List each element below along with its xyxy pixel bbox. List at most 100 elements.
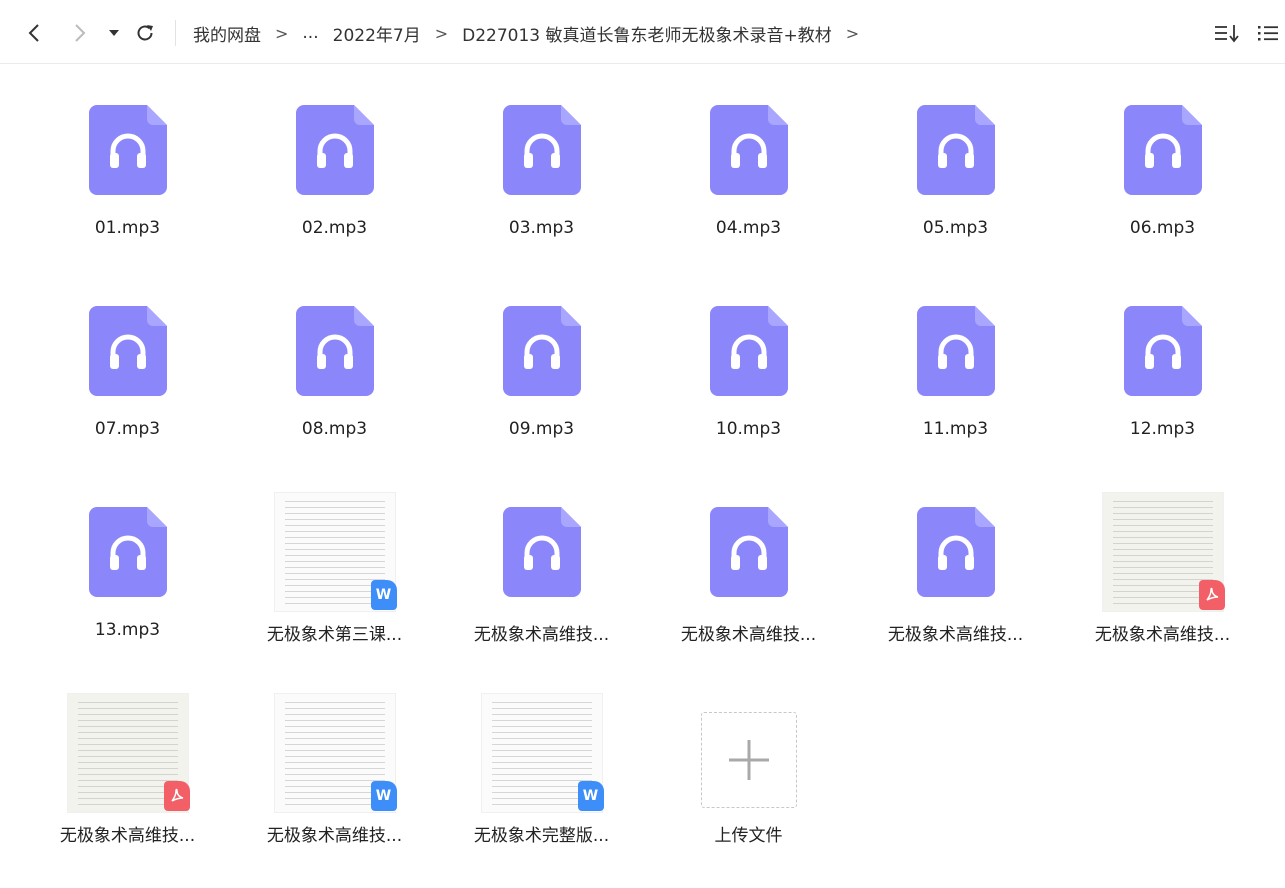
word-doc-icon: W (370, 580, 397, 610)
file-item[interactable]: 05.mp3 (852, 88, 1059, 289)
audio-file-icon (1123, 105, 1202, 195)
chevron-right-icon (75, 24, 86, 42)
file-item[interactable]: 08.mp3 (231, 289, 438, 490)
word-doc-icon: W (370, 781, 397, 811)
file-name: 08.mp3 (301, 419, 368, 439)
breadcrumb-item-root[interactable]: 我的网盘 (193, 21, 261, 46)
file-item[interactable]: 01.mp3 (24, 88, 231, 289)
file-item[interactable]: 无极象术高维技... (852, 490, 1059, 691)
file-item[interactable]: W 无极象术完整版... (438, 691, 645, 888)
file-thumbnail (679, 88, 819, 212)
audio-file-icon (1123, 306, 1202, 396)
view-mode-button[interactable] (1255, 20, 1281, 46)
file-item[interactable]: 02.mp3 (231, 88, 438, 289)
toolbar: 我的网盘 > ... 2022年7月 > D227013 敏真道长鲁东老师无极象… (0, 0, 1285, 64)
file-thumbnail (472, 490, 612, 614)
list-view-icon (1258, 26, 1278, 41)
file-name: 07.mp3 (94, 419, 161, 439)
acrobat-glyph-icon (1205, 587, 1218, 601)
chevron-left-icon (28, 24, 39, 42)
file-thumbnail: W (265, 490, 405, 614)
file-item[interactable]: 06.mp3 (1059, 88, 1266, 289)
word-doc-icon: W (577, 781, 604, 811)
audio-file-icon (916, 306, 995, 396)
pdf-icon (163, 781, 190, 811)
file-name: 06.mp3 (1129, 218, 1196, 238)
file-item[interactable]: 12.mp3 (1059, 289, 1266, 490)
upload-file-button[interactable]: 上传文件 (645, 691, 852, 888)
file-thumbnail (265, 289, 405, 413)
breadcrumb-item-current-folder[interactable]: D227013 敏真道长鲁东老师无极象术录音+教材 (462, 21, 832, 46)
breadcrumb-separator: > (275, 23, 289, 43)
file-item[interactable]: 10.mp3 (645, 289, 852, 490)
audio-file-icon (916, 507, 995, 597)
refresh-button[interactable] (130, 18, 160, 48)
file-item[interactable]: 07.mp3 (24, 289, 231, 490)
breadcrumb: 我的网盘 > ... 2022年7月 > D227013 敏真道长鲁东老师无极象… (193, 20, 873, 46)
file-name: 01.mp3 (94, 218, 161, 238)
file-name: 09.mp3 (508, 419, 575, 439)
file-thumbnail (58, 88, 198, 212)
file-thumbnail (58, 490, 198, 614)
file-thumbnail (58, 691, 198, 815)
file-item[interactable]: 无极象术高维技... (645, 490, 852, 691)
file-name: 13.mp3 (94, 620, 161, 640)
file-thumbnail (265, 88, 405, 212)
audio-file-icon (88, 507, 167, 597)
file-item[interactable]: 无极象术高维技... (438, 490, 645, 691)
upload-dropzone[interactable] (700, 712, 797, 808)
file-name: 03.mp3 (508, 218, 575, 238)
breadcrumb-separator: > (845, 23, 860, 43)
file-thumbnail: W (265, 691, 405, 815)
audio-file-icon (709, 507, 788, 597)
history-dropdown-button[interactable] (104, 18, 124, 48)
audio-file-icon (916, 105, 995, 195)
file-name: 无极象术完整版... (473, 826, 610, 846)
file-name: 无极象术第三课... (266, 625, 403, 645)
file-item[interactable]: 13.mp3 (24, 490, 231, 691)
file-item[interactable]: 09.mp3 (438, 289, 645, 490)
file-grid: 01.mp3 02.mp3 03.mp3 04.mp3 05.mp3 06.mp3 07.m… (24, 88, 1266, 888)
file-thumbnail (886, 490, 1026, 614)
file-item[interactable]: 11.mp3 (852, 289, 1059, 490)
file-name: 无极象术高维技... (1094, 625, 1231, 645)
upload-label: 上传文件 (714, 826, 783, 846)
sort-icon (1215, 25, 1239, 43)
upload-thumbnail (679, 691, 819, 815)
file-thumbnail (886, 88, 1026, 212)
forward-button[interactable] (66, 18, 94, 48)
breadcrumb-item-ellipsis[interactable]: ... (302, 23, 318, 43)
audio-file-icon (88, 105, 167, 195)
file-item[interactable]: W 无极象术高维技... (231, 691, 438, 888)
audio-file-icon (88, 306, 167, 396)
file-thumbnail (1093, 88, 1233, 212)
file-thumbnail (472, 289, 612, 413)
audio-file-icon (709, 306, 788, 396)
file-name: 11.mp3 (922, 419, 989, 439)
file-thumbnail (886, 289, 1026, 413)
audio-file-icon (295, 306, 374, 396)
file-name: 无极象术高维技... (266, 826, 403, 846)
file-item[interactable]: 无极象术高维技... (24, 691, 231, 888)
file-item[interactable]: W 无极象术第三课... (231, 490, 438, 691)
file-name: 12.mp3 (1129, 419, 1196, 439)
file-item[interactable]: 04.mp3 (645, 88, 852, 289)
breadcrumb-item-month[interactable]: 2022年7月 (333, 21, 421, 46)
back-button[interactable] (20, 18, 48, 48)
file-item[interactable]: 无极象术高维技... (1059, 490, 1266, 691)
file-thumbnail: W (472, 691, 612, 815)
file-thumbnail (58, 289, 198, 413)
file-name: 无极象术高维技... (59, 826, 196, 846)
file-name: 02.mp3 (301, 218, 368, 238)
acrobat-glyph-icon (170, 788, 183, 802)
file-name: 04.mp3 (715, 218, 782, 238)
sort-button[interactable] (1212, 20, 1242, 46)
audio-file-icon (709, 105, 788, 195)
pdf-icon (1198, 580, 1225, 610)
file-name: 05.mp3 (922, 218, 989, 238)
breadcrumb-separator: > (434, 23, 449, 43)
refresh-icon (137, 25, 153, 41)
file-item[interactable]: 03.mp3 (438, 88, 645, 289)
audio-file-icon (502, 507, 581, 597)
audio-file-icon (502, 105, 581, 195)
